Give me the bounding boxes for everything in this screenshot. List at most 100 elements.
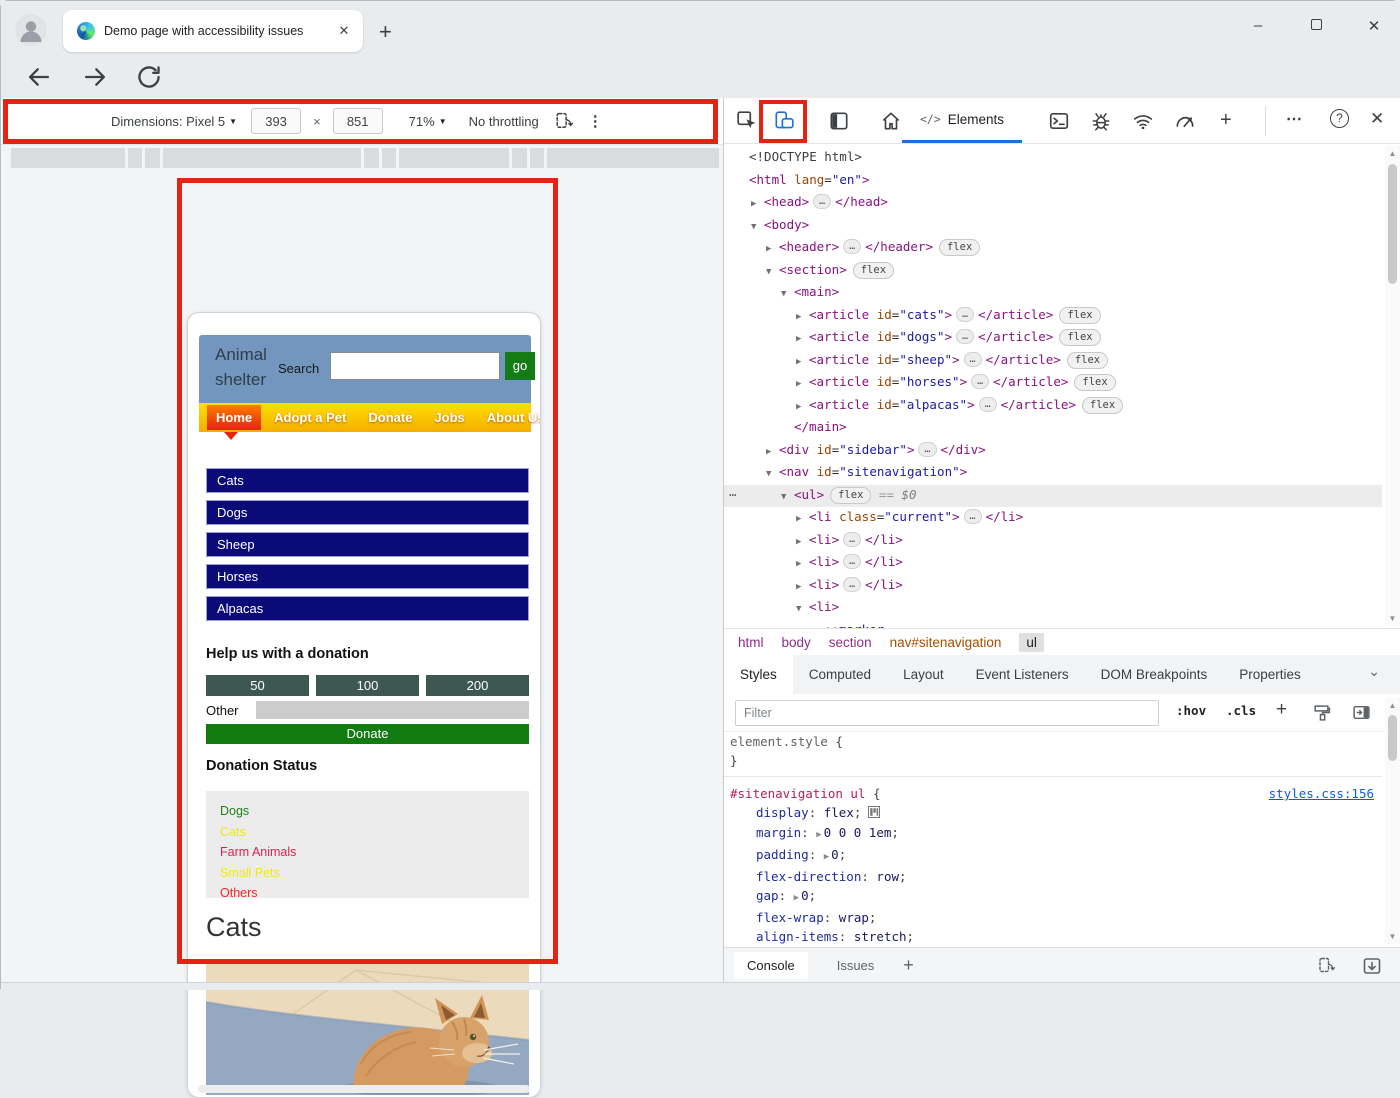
dom-tree-row[interactable]: ▼<body> [724, 215, 1382, 238]
minimize-button[interactable]: – [1243, 17, 1273, 34]
drawer-tab-issues[interactable]: Issues [824, 952, 888, 979]
css-declaration[interactable]: flex-direction: row; [724, 867, 1382, 886]
drawer-tab-console[interactable]: Console [734, 952, 808, 979]
stylesheet-link[interactable]: styles.css:156 [1269, 784, 1374, 803]
dom-tree-row[interactable]: ▼<nav id="sitenavigation"> [724, 462, 1382, 485]
expand-arrow-icon[interactable]: ▶ [796, 532, 809, 553]
media-query-tick[interactable] [396, 148, 399, 168]
devtools-more-menu-icon[interactable]: ⋯ [1286, 109, 1303, 129]
computed-sidebar-toggle-icon[interactable] [1352, 703, 1371, 722]
expand-arrow-icon[interactable]: ▶ [796, 554, 809, 575]
status-item[interactable]: Cats [220, 822, 515, 843]
scroll-up-icon[interactable]: ▲ [1385, 698, 1400, 713]
styles-filter-input[interactable] [735, 700, 1159, 726]
collapsed-content-pill[interactable]: … [956, 307, 974, 322]
media-query-tick[interactable] [544, 148, 547, 168]
media-query-tick[interactable] [142, 148, 145, 168]
dom-tree-row[interactable]: ▶<li class="current">…</li> [724, 507, 1382, 530]
amount-button[interactable]: 100 [316, 675, 419, 696]
chevron-down-icon[interactable]: ⌄ [1368, 663, 1380, 680]
element-style-rule[interactable]: } [724, 751, 1382, 770]
scroll-down-icon[interactable]: ▼ [1385, 611, 1400, 626]
animal-link-button[interactable]: Dogs [206, 500, 529, 525]
flex-editor-icon[interactable] [868, 804, 880, 823]
breadcrumb-item[interactable]: body [782, 635, 811, 650]
dom-tree-row[interactable]: ▶<article id="sheep">…</article>flex [724, 350, 1382, 373]
scroll-thumb[interactable] [1388, 715, 1397, 761]
panel-tab-computed[interactable]: Computed [793, 655, 887, 694]
dom-tree-row[interactable]: <!DOCTYPE html> [724, 147, 1382, 170]
css-declaration[interactable]: margin: ▶0 0 0 1em; [724, 823, 1382, 845]
dom-tree-row[interactable]: </main> [724, 417, 1382, 440]
dom-tree-row[interactable]: ▶<article id="cats">…</article>flex [724, 305, 1382, 328]
breadcrumb-item[interactable]: ul [1019, 633, 1044, 652]
animal-link-button[interactable]: Horses [206, 564, 529, 589]
back-button[interactable] [25, 63, 53, 91]
flex-badge[interactable]: flex [1082, 397, 1123, 414]
dom-tree-row[interactable]: ▶<article id="dogs">…</article>flex [724, 327, 1382, 350]
expand-arrow-icon[interactable]: ▶ [796, 307, 809, 328]
media-query-tick[interactable] [125, 148, 128, 168]
device-width-input[interactable] [251, 108, 301, 134]
performance-icon[interactable] [1174, 110, 1196, 132]
element-style-rule[interactable]: element.style { [724, 732, 1382, 751]
expand-arrow-icon[interactable]: ▼ [781, 284, 794, 305]
media-query-tick[interactable] [361, 148, 364, 168]
breadcrumb-item[interactable]: section [829, 635, 872, 650]
media-query-bar[interactable] [11, 148, 719, 168]
panel-tab-dom-breakpoints[interactable]: DOM Breakpoints [1085, 655, 1224, 694]
panel-tab-event-listeners[interactable]: Event Listeners [960, 655, 1085, 694]
css-declaration[interactable]: flex-wrap: wrap; [724, 908, 1382, 927]
flex-badge[interactable]: flex [1067, 352, 1108, 369]
flex-badge[interactable]: flex [939, 239, 980, 256]
expand-arrow-icon[interactable]: ▶ [796, 329, 809, 350]
expand-arrow-icon[interactable]: ▶ [824, 852, 829, 862]
go-button[interactable]: go [505, 352, 535, 380]
expand-arrow-icon[interactable]: ▶ [796, 577, 809, 598]
overflow-menu-icon[interactable]: ⋯ [729, 485, 738, 506]
device-toolbar-menu-icon[interactable]: ⋮ [588, 112, 603, 130]
expand-arrow-icon[interactable]: ▶ [796, 352, 809, 373]
expand-arrow-icon[interactable]: ▶ [751, 194, 764, 215]
breadcrumb-item[interactable]: nav#sitenavigation [890, 635, 1002, 650]
profile-avatar[interactable] [15, 14, 47, 46]
dom-tree-row[interactable]: ▼<main> [724, 282, 1382, 305]
collapsed-content-pill[interactable]: … [843, 239, 861, 254]
dom-tree-row[interactable]: <html lang="en"> [724, 170, 1382, 193]
page-scrollbar[interactable] [198, 1085, 530, 1093]
device-dimensions-dropdown[interactable]: Dimensions: Pixel 5▼ [111, 114, 237, 129]
device-emulation-icon[interactable] [773, 110, 795, 132]
collapsed-content-pill[interactable]: … [843, 554, 861, 569]
expand-arrow-icon[interactable]: ▼ [796, 599, 809, 620]
panel-tab-layout[interactable]: Layout [887, 655, 960, 694]
css-declaration[interactable]: display: flex; [724, 803, 1382, 823]
forward-button[interactable] [81, 63, 109, 91]
collapsed-content-pill[interactable]: … [918, 442, 936, 457]
scroll-down-icon[interactable]: ▼ [1385, 929, 1400, 944]
flex-badge[interactable]: flex [853, 262, 894, 279]
site-nav-item[interactable]: Jobs [425, 405, 473, 430]
activity-bar-icon[interactable] [828, 110, 850, 132]
expand-drawer-icon[interactable] [1362, 956, 1382, 976]
flex-badge[interactable]: flex [830, 487, 871, 504]
dom-tree-row[interactable]: ▶<article id="alpacas">…</article>flex [724, 395, 1382, 418]
css-declaration[interactable]: align-items: stretch; [724, 927, 1382, 944]
expand-arrow-icon[interactable]: ▶ [794, 893, 799, 903]
dom-tree-row[interactable]: ▶<li>…</li> [724, 530, 1382, 553]
collapsed-content-pill[interactable]: … [843, 577, 861, 592]
inspect-icon[interactable] [736, 110, 758, 132]
rotate-device-icon[interactable] [1316, 956, 1336, 976]
expand-arrow-icon[interactable]: ▶ [796, 374, 809, 395]
console-panel-icon[interactable] [1048, 110, 1070, 132]
expand-arrow-icon[interactable]: ▼ [766, 262, 779, 283]
collapsed-content-pill[interactable]: … [813, 194, 831, 209]
status-item[interactable]: Others [220, 883, 515, 904]
expand-arrow-icon[interactable]: ▶ [796, 397, 809, 418]
collapsed-content-pill[interactable]: … [964, 509, 982, 524]
dom-tree-row[interactable]: ▼<li> [724, 597, 1382, 620]
dom-tree-row[interactable]: ▶<li>…</li> [724, 575, 1382, 598]
maximize-button[interactable] [1301, 17, 1331, 34]
dom-tree-row[interactable]: ▶<header>…</header>flex [724, 237, 1382, 260]
donate-button[interactable]: Donate [206, 724, 529, 744]
tab-close-icon[interactable]: ✕ [335, 23, 353, 39]
